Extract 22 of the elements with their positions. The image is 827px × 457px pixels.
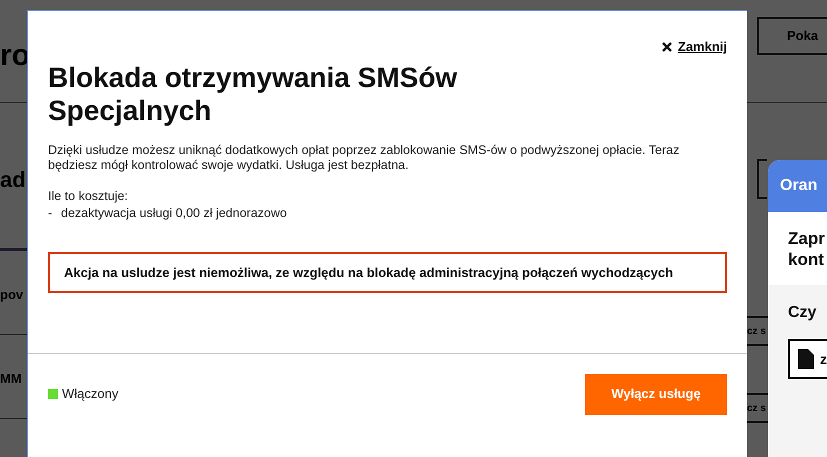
description: Dzięki usłudze możesz uniknąć dodatkowych opłat poprzez zablokowanie SMS-ów o podwyższonej opłacie. Teraz będziesz mógł kontrolować swoje wydatki. Usługa jest bezpłatna. bbox=[48, 142, 680, 172]
document-icon bbox=[798, 349, 814, 369]
chat-title: kont bbox=[788, 248, 825, 270]
alert-box: Akcja na usludze jest niemożliwa, ze względu na blokadę administracyjną połączeń wychodzących bbox=[48, 252, 727, 292]
row-button[interactable]: cz s bbox=[747, 324, 766, 338]
close-icon bbox=[662, 42, 672, 52]
cost-item: dezaktywacja usługi 0,00 zł jednorazowo bbox=[61, 204, 287, 222]
cost-heading: Ile to kosztuje: bbox=[48, 188, 129, 204]
row-button[interactable]: cz s bbox=[747, 400, 766, 416]
status-label: Włączony bbox=[62, 385, 118, 404]
row-label: pov bbox=[0, 286, 24, 304]
chat-question: Czy bbox=[787, 303, 818, 323]
close-button[interactable]: Zamknij bbox=[662, 37, 727, 56]
dialog-title: Blokada otrzymywania SMSów Specjalnych bbox=[48, 60, 458, 126]
disable-service-button[interactable]: Wyłącz usługę bbox=[585, 374, 727, 414]
bullet-dash: - bbox=[48, 204, 54, 222]
section-title: ad bbox=[0, 169, 26, 191]
show-button[interactable]: Poka bbox=[757, 17, 827, 55]
chat-header: Oran bbox=[780, 176, 818, 196]
chat-title: Zapr bbox=[788, 228, 826, 248]
chat-option-button[interactable]: z bbox=[788, 339, 827, 379]
row-label: MM bbox=[0, 370, 22, 388]
